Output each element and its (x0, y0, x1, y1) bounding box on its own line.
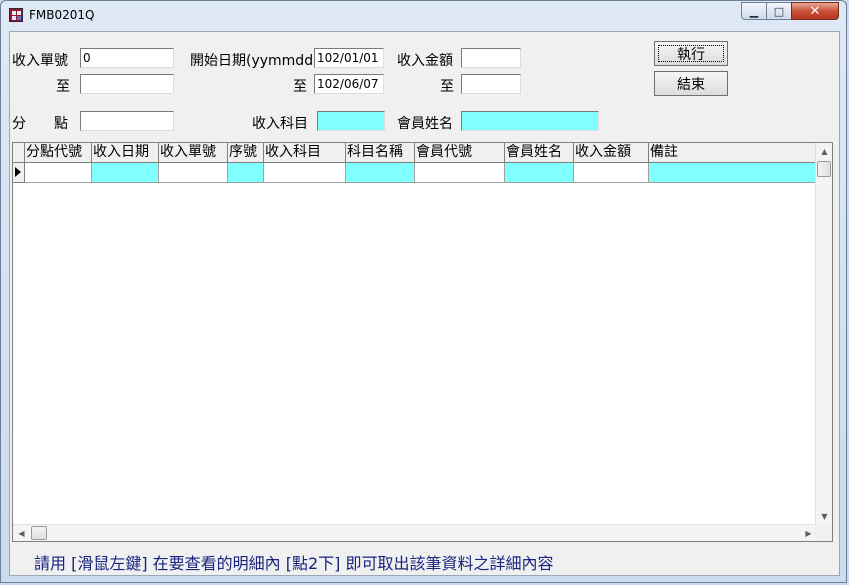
receipt-no-to-input[interactable] (80, 74, 174, 94)
start-date-to-input[interactable] (314, 74, 384, 94)
branch-input[interactable] (80, 111, 174, 131)
grid-cell-remarks[interactable] (649, 163, 817, 183)
results-grid[interactable]: 分點代號 收入日期 收入單號 序號 收入科目 科目名稱 會員代號 會員姓名 收入… (12, 142, 833, 542)
col-header-receipt-date[interactable]: 收入日期 (92, 143, 159, 163)
grid-cell-member-name[interactable] (505, 163, 574, 183)
horizontal-scrollbar[interactable]: ◀ ▶ (13, 524, 817, 541)
grid-cell-branch-code[interactable] (25, 163, 92, 183)
grid-cell-amount[interactable] (574, 163, 649, 183)
close-button[interactable]: ✕ (791, 2, 839, 20)
subject-label: 收入科目 (252, 116, 308, 132)
status-hint: 請用 [滑鼠左鍵] 在要查看的明細內 [點2下] 即可取出該筆資料之詳細內容 (34, 554, 554, 573)
vertical-scroll-thumb[interactable] (817, 161, 831, 177)
col-header-remarks[interactable]: 備註 (649, 143, 817, 163)
grid-cell-income-subject[interactable] (264, 163, 346, 183)
start-date-to-label: 至 (293, 79, 307, 95)
title-bar[interactable]: FMB0201Q ▁ □ ✕ (1, 1, 848, 29)
form-client-area: 收入單號 開始日期(yymmdd) 收入金額 至 至 至 分 點 收入科目 會員… (9, 31, 840, 576)
col-header-income-subject[interactable]: 收入科目 (264, 143, 346, 163)
grid-cell-seq-no[interactable] (228, 163, 264, 183)
col-header-receipt-no[interactable]: 收入單號 (159, 143, 228, 163)
grid-corner-header (13, 143, 25, 163)
amount-to-label: 至 (440, 79, 454, 95)
minimize-button[interactable]: ▁ (741, 2, 767, 20)
branch-label: 分 點 (12, 116, 68, 132)
amount-to-input[interactable] (461, 74, 521, 94)
app-icon[interactable] (9, 8, 23, 22)
col-header-member-name[interactable]: 會員姓名 (505, 143, 574, 163)
col-header-subject-name[interactable]: 科目名稱 (346, 143, 415, 163)
grid-cell-member-code[interactable] (415, 163, 505, 183)
vertical-scrollbar[interactable]: ▲ ▼ (815, 143, 832, 525)
exit-button[interactable]: 結束 (654, 71, 728, 96)
scroll-up-icon[interactable]: ▲ (816, 143, 832, 160)
window-title: FMB0201Q (29, 8, 95, 22)
grid-cell-receipt-date[interactable] (92, 163, 159, 183)
member-name-label: 會員姓名 (397, 116, 453, 132)
execute-button[interactable]: 執行 (654, 41, 728, 66)
receipt-no-from-input[interactable] (80, 48, 174, 68)
col-header-amount[interactable]: 收入金額 (574, 143, 649, 163)
maximize-button[interactable]: □ (766, 2, 792, 20)
start-date-label: 開始日期(yymmdd) (190, 53, 319, 69)
scroll-left-icon[interactable]: ◀ (13, 525, 30, 541)
member-name-input[interactable] (461, 111, 599, 131)
scroll-down-icon[interactable]: ▼ (816, 508, 832, 525)
receipt-no-label: 收入單號 (12, 53, 68, 69)
col-header-seq-no[interactable]: 序號 (228, 143, 264, 163)
amount-label: 收入金額 (397, 53, 453, 69)
receipt-no-to-label: 至 (56, 79, 70, 95)
subject-input[interactable] (317, 111, 385, 131)
row-indicator-icon[interactable] (13, 163, 25, 183)
amount-from-input[interactable] (461, 48, 521, 68)
grid-cell-subject-name[interactable] (346, 163, 415, 183)
start-date-from-input[interactable] (314, 48, 384, 68)
col-header-member-code[interactable]: 會員代號 (415, 143, 505, 163)
col-header-branch-code[interactable]: 分點代號 (25, 143, 92, 163)
grid-cell-receipt-no[interactable] (159, 163, 228, 183)
app-window: FMB0201Q ▁ □ ✕ 收入單號 開始日期(yymmdd) 收入金額 至 … (0, 0, 847, 583)
scrollbar-corner (815, 524, 832, 541)
horizontal-scroll-thumb[interactable] (31, 526, 47, 540)
